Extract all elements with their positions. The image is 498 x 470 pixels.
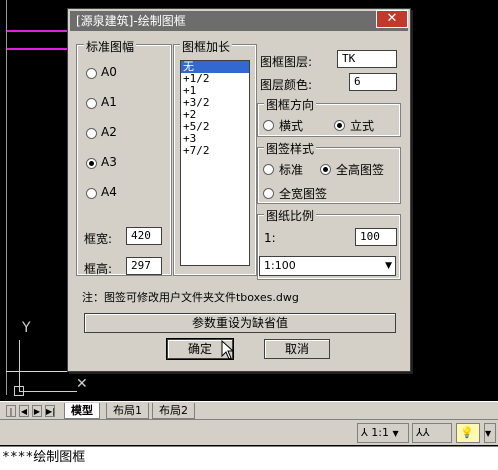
close-button[interactable]: ✕ (376, 10, 408, 28)
chevron-down-icon: ▼ (485, 429, 492, 438)
radio-full-height-label: 全高图签 (336, 163, 385, 177)
status-bar: ⅄ 1:1 ▼ ⅄⅄ 💡 ▼ (0, 419, 498, 445)
scale-ratio-label: 1: (264, 231, 276, 245)
radio-full-height[interactable] (320, 164, 331, 175)
command-line[interactable]: ****绘制图框 (0, 446, 498, 470)
ucs-x-axis (19, 391, 77, 392)
tab-layout1[interactable]: 布局1 (106, 403, 149, 419)
annotation-scale-value: 1:1 (371, 426, 389, 439)
note-text: 注：图签可修改用户文件夹文件tboxes.dwg (82, 291, 299, 304)
scale-ratio-input[interactable]: 100 (355, 228, 397, 246)
first-tab-icon[interactable]: |◀ (6, 405, 16, 428)
radio-a1-label: A1 (101, 95, 117, 109)
scale-group-title: 图纸比例 (264, 207, 317, 224)
extend-group-title: 图框加长 (180, 38, 233, 55)
scale-select[interactable]: 1:100 ▼ (259, 256, 396, 276)
sign-style-group-title: 图签样式 (264, 140, 317, 157)
radio-a0[interactable] (86, 68, 97, 79)
radio-a1[interactable] (86, 98, 97, 109)
radio-a4-label: A4 (101, 185, 117, 199)
radio-full-width-label: 全宽图签 (279, 187, 328, 201)
annotation-scale-icon: ⅄ (361, 426, 368, 439)
dialog-title: [源泉建筑]-绘制图框 (70, 11, 408, 31)
radio-portrait[interactable] (334, 120, 345, 131)
reset-defaults-button[interactable]: 参数重设为缺省值 (84, 313, 396, 333)
annotation-visibility-icon: ⅄⅄ (416, 426, 430, 439)
ucs-y-label: Y (22, 320, 31, 336)
tab-layout2[interactable]: 布局2 (152, 403, 195, 419)
last-tab-icon[interactable]: ▶| (45, 405, 55, 417)
list-item[interactable]: +7/2 (181, 145, 249, 157)
layout-tab-bar: |◀ ◀ ▶ ▶| 模型 布局1 布局2 (0, 401, 498, 428)
radio-a2-label: A2 (101, 125, 117, 139)
radio-standard-label: 标准 (279, 163, 304, 177)
annotation-scale-button[interactable]: ⅄ 1:1 ▼ (357, 423, 409, 443)
frame-line (6, 0, 7, 395)
tab-model[interactable]: 模型 (64, 403, 100, 419)
radio-standard[interactable] (263, 164, 274, 175)
ucs-x-label: ✕ (76, 376, 88, 392)
radio-full-width[interactable] (263, 188, 274, 199)
extend-listbox[interactable]: 无 +1/2 +1 +3/2 +2 +5/2 +3 +7/2 (180, 60, 250, 266)
layer-label: 图框图层: (260, 55, 313, 69)
prev-tab-icon[interactable]: ◀ (19, 405, 29, 417)
radio-a2[interactable] (86, 128, 97, 139)
scale-select-value: 1:100 (264, 259, 296, 272)
layer-input[interactable]: TK (337, 50, 397, 68)
color-input[interactable]: 6 (349, 73, 397, 91)
width-input[interactable]: 420 (126, 227, 162, 245)
height-input[interactable]: 297 (126, 257, 162, 275)
cancel-button[interactable]: 取消 (264, 339, 330, 359)
draw-frame-dialog: [源泉建筑]-绘制图框 ✕ 标准图幅 A0 A1 A2 A3 A4 框宽: 42… (67, 8, 411, 372)
annotation-visibility-button[interactable]: ⅄⅄ (412, 423, 452, 443)
chevron-down-icon: ▼ (385, 261, 392, 271)
lightbulb-button[interactable]: 💡 (456, 423, 480, 443)
radio-a3[interactable] (86, 158, 97, 169)
lightbulb-icon: 💡 (460, 426, 474, 439)
radio-landscape[interactable] (263, 120, 274, 131)
width-label: 框宽: (84, 232, 113, 246)
radio-a0-label: A0 (101, 65, 117, 79)
ucs-origin-icon (14, 386, 24, 396)
status-menu-button[interactable]: ▼ (484, 423, 496, 443)
paper-size-group-title: 标准图幅 (84, 38, 137, 55)
next-tab-icon[interactable]: ▶ (32, 405, 42, 417)
mouse-cursor-icon (221, 340, 235, 360)
height-label: 框高: (84, 262, 113, 276)
radio-portrait-label: 立式 (350, 119, 375, 133)
radio-a4[interactable] (86, 188, 97, 199)
radio-a3-label: A3 (101, 155, 117, 169)
chevron-down-icon: ▼ (392, 429, 399, 438)
ucs-y-axis (19, 340, 20, 392)
radio-landscape-label: 横式 (279, 119, 304, 133)
orientation-group-title: 图框方向 (264, 96, 317, 113)
color-label: 图层颜色: (260, 78, 313, 92)
close-icon: ✕ (386, 11, 398, 26)
